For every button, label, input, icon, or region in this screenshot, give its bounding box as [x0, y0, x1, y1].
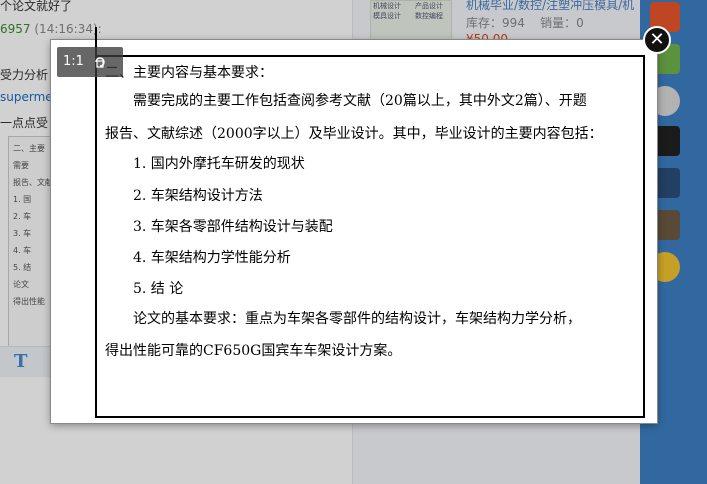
- document-list-item: 3. 车架各零部件结构设计与装配: [133, 219, 333, 235]
- document-list-item: 4. 车架结构力学性能分析: [133, 250, 291, 266]
- document-paragraph-line: 论文的基本要求：重点为车架各零部件的结构设计，车架结构力学分析，: [133, 311, 581, 327]
- document-heading: 二、主要内容与基本要求：: [105, 65, 273, 81]
- document-list-item: 2. 车架结构设计方法: [133, 188, 263, 204]
- document-paragraph-line: 得出性能可靠的CF650G国宾车车架设计方案。: [105, 343, 402, 359]
- document-paragraph-line: 报告、文献综述（2000字以上）及毕业设计。其中，毕业设计的主要内容包括：: [105, 126, 603, 142]
- document-list-item: 5. 结 论: [133, 281, 184, 297]
- document-paragraph-line: 需要完成的主要工作包括查阅参考文献（20篇以上，其中外文2篇）、开题: [133, 93, 587, 109]
- document-image: 二、主要内容与基本要求： 需要完成的主要工作包括查阅参考文献（20篇以上，其中外…: [95, 55, 645, 418]
- actual-size-button[interactable]: 1:1: [63, 54, 84, 69]
- close-icon: ✕: [649, 29, 665, 50]
- close-viewer-button[interactable]: ✕: [643, 26, 671, 54]
- viewer-toolbar: 1:1: [57, 47, 123, 77]
- rotate-icon[interactable]: [93, 55, 107, 69]
- document-list-item: 1. 国内外摩托车研发的现状: [133, 156, 305, 172]
